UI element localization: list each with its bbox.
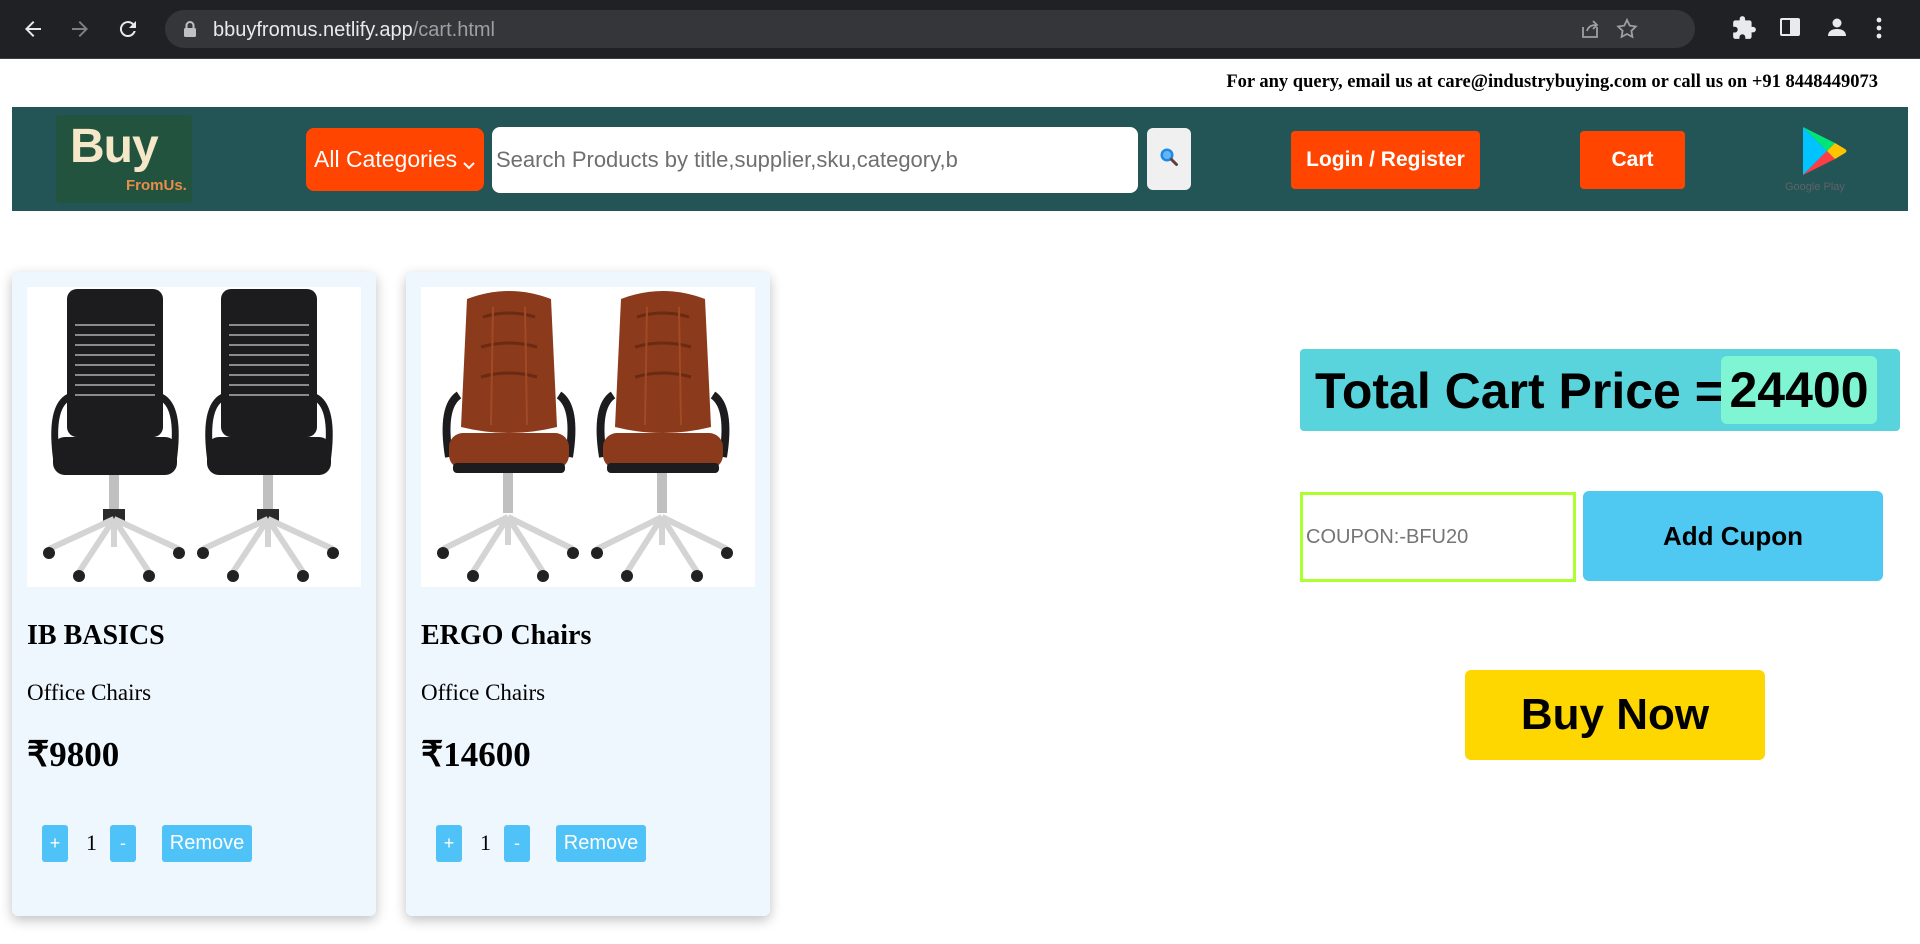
- chevron-down-icon: [462, 152, 476, 179]
- all-categories-dropdown[interactable]: All Categories: [306, 128, 484, 191]
- profile-icon[interactable]: [1825, 15, 1849, 44]
- extensions-puzzle-icon[interactable]: [1731, 15, 1757, 46]
- lock-icon: [183, 20, 197, 43]
- chair-illustration: [437, 291, 733, 582]
- decrease-quantity-button[interactable]: -: [504, 825, 530, 862]
- search-icon: [1158, 146, 1180, 173]
- side-panel-icon[interactable]: [1778, 15, 1802, 44]
- logo-main-text: Buy: [70, 120, 159, 173]
- quantity-value: 1: [86, 830, 97, 855]
- search-input[interactable]: [492, 127, 1138, 193]
- product-name: IB BASICS: [27, 620, 165, 651]
- reload-icon[interactable]: [113, 14, 143, 44]
- categories-label: All Categories: [314, 146, 458, 172]
- back-arrow-icon[interactable]: [18, 14, 48, 44]
- total-cart-price-box: Total Cart Price = 24400: [1300, 349, 1900, 431]
- more-menu-icon[interactable]: [1874, 15, 1884, 46]
- contact-info-text: For any query, email us at care@industry…: [1226, 72, 1878, 92]
- cart-button[interactable]: Cart: [1580, 131, 1685, 189]
- cart-item-card: IB BASICS Office Chairs ₹9800 + 1 - Remo…: [12, 272, 376, 916]
- remove-item-button[interactable]: Remove: [556, 825, 646, 862]
- quantity-value: 1: [480, 830, 491, 855]
- increase-quantity-button[interactable]: +: [42, 825, 68, 862]
- increase-quantity-button[interactable]: +: [436, 825, 462, 862]
- search-button[interactable]: [1147, 128, 1191, 190]
- site-header: Buy FromUs. All Categories Login / Regis…: [12, 107, 1908, 211]
- share-icon[interactable]: [1579, 18, 1601, 45]
- product-category: Office Chairs: [27, 680, 152, 705]
- google-play-badge[interactable]: Google Play: [1781, 123, 1861, 199]
- product-category: Office Chairs: [421, 680, 546, 705]
- bookmark-star-icon[interactable]: [1615, 17, 1639, 46]
- remove-item-button[interactable]: Remove: [162, 825, 252, 862]
- total-cart-price-value: 24400: [1721, 356, 1877, 424]
- product-image: [421, 287, 755, 587]
- coupon-input[interactable]: [1300, 492, 1576, 582]
- add-coupon-button[interactable]: Add Cupon: [1583, 491, 1883, 581]
- product-image: [27, 287, 361, 587]
- decrease-quantity-button[interactable]: -: [110, 825, 136, 862]
- logo-sub-text: FromUs.: [126, 177, 187, 194]
- browser-toolbar: bbuyfromus.netlify.app/cart.html: [0, 0, 1920, 59]
- total-cart-price-label: Total Cart Price =: [1315, 363, 1724, 419]
- address-bar[interactable]: bbuyfromus.netlify.app/cart.html: [165, 10, 1695, 48]
- url-text: bbuyfromus.netlify.app/cart.html: [213, 19, 495, 41]
- forward-arrow-icon[interactable]: [65, 14, 95, 44]
- product-price: ₹14600: [421, 735, 531, 774]
- login-register-button[interactable]: Login / Register: [1291, 131, 1480, 189]
- cart-item-card: ERGO Chairs Office Chairs ₹14600 + 1 - R…: [406, 272, 770, 916]
- product-name: ERGO Chairs: [421, 620, 592, 651]
- chair-illustration: [43, 289, 339, 582]
- product-price: ₹9800: [27, 735, 120, 774]
- google-play-label: Google Play: [1785, 181, 1845, 193]
- site-logo[interactable]: Buy FromUs.: [56, 115, 192, 203]
- buy-now-button[interactable]: Buy Now: [1465, 670, 1765, 760]
